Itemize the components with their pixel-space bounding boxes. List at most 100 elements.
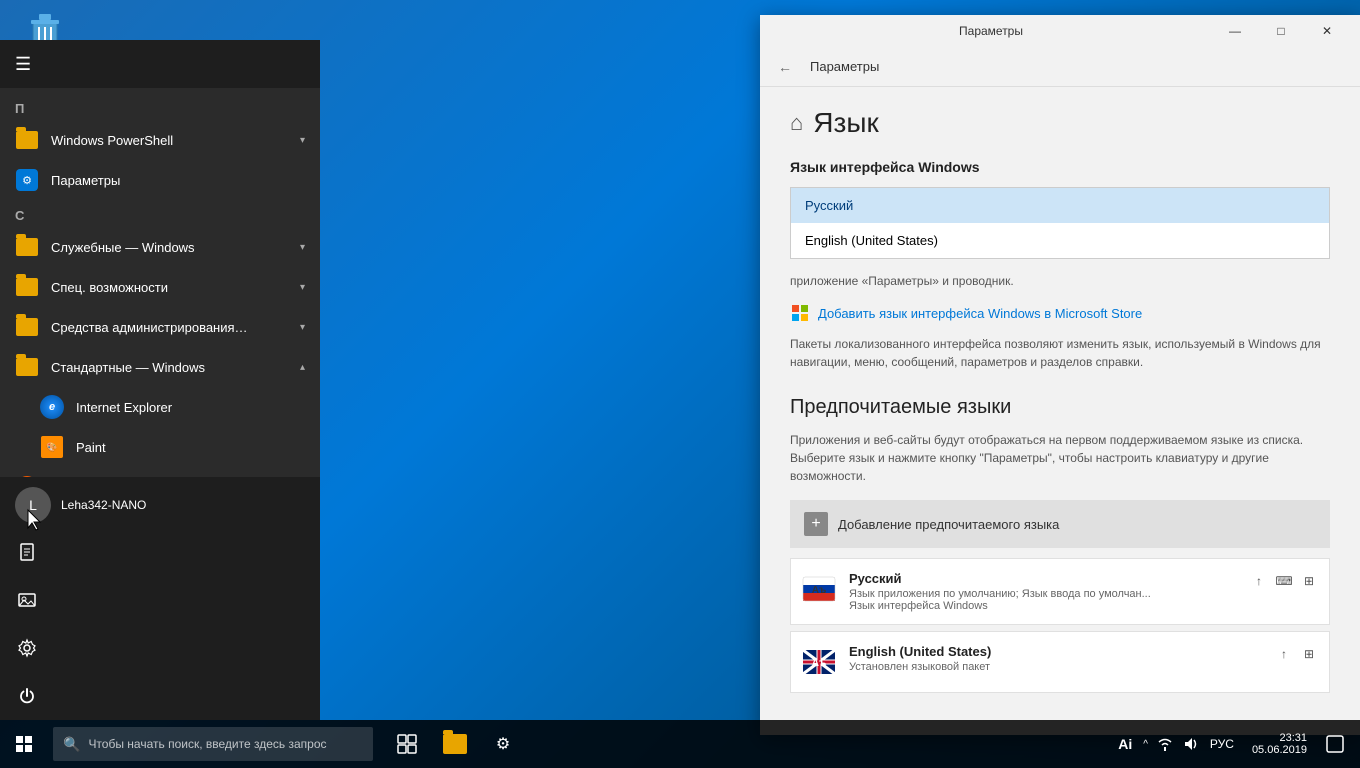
gear-icon: ⚙ — [16, 169, 38, 191]
plus-icon: + — [804, 512, 828, 536]
taskbar-app-task-view[interactable] — [383, 720, 431, 768]
notification-button[interactable] — [1320, 720, 1350, 768]
documents-icon — [15, 540, 39, 564]
settings-taskbar-icon: ⚙ — [491, 732, 515, 756]
app-label-settings: Параметры — [51, 173, 120, 188]
search-icon: 🔍 — [63, 736, 80, 753]
lang-entry-info-english: English (United States) Установлен языко… — [849, 644, 1274, 673]
lang-option-english[interactable]: English (United States) — [791, 223, 1329, 258]
taskbar-app-explorer[interactable] — [431, 720, 479, 768]
info-text: приложение «Параметры» и проводник. — [790, 274, 1330, 288]
folder-icon-sluzhebnie — [15, 235, 39, 259]
svg-text:Аъ: Аъ — [812, 658, 827, 669]
paint-icon: 🎨 — [40, 435, 64, 459]
app-item-paint[interactable]: 🎨 Paint — [0, 427, 320, 467]
store-link[interactable]: Добавить язык интерфейса Windows в Micro… — [790, 303, 1330, 323]
app-label-standartnye: Стандартные — Windows — [51, 360, 205, 375]
lang-entry-icon-english: Аъ — [801, 644, 837, 680]
lang-options-icon[interactable]: ⊞ — [1299, 571, 1319, 591]
english-flag-icon: Аъ — [801, 644, 837, 680]
ai-label[interactable]: Ai — [1114, 729, 1136, 759]
app-item-sluzhebnie[interactable]: Служебные — Windows — [0, 227, 320, 267]
search-bar[interactable]: 🔍 Чтобы начать поиск, введите здесь запр… — [53, 727, 373, 761]
window-controls: — □ ✕ — [1212, 15, 1350, 47]
folder-icon-spets — [15, 275, 39, 299]
gear-taskbar-icon: ⚙ — [492, 733, 514, 755]
store-icon-svg — [790, 303, 810, 323]
tray-expand-icon[interactable]: ^ — [1141, 739, 1150, 750]
lang-indicator[interactable]: РУС — [1205, 737, 1239, 751]
folder-icon-standartnye — [15, 355, 39, 379]
section-letter-c: С — [0, 200, 320, 227]
nav-item-settings[interactable] — [0, 624, 320, 672]
settings-nav-icon — [15, 636, 39, 660]
settings-icon: ⚙ — [15, 168, 39, 192]
app-item-settings[interactable]: ⚙ Параметры — [0, 160, 320, 200]
folder-icon-powershell — [15, 128, 39, 152]
network-icon[interactable] — [1155, 729, 1175, 759]
store-link-text[interactable]: Добавить язык интерфейса Windows в Micro… — [818, 306, 1142, 321]
sound-icon[interactable] — [1180, 729, 1200, 759]
start-menu-header: ☰ — [0, 40, 320, 88]
nav-item-power[interactable] — [0, 672, 320, 720]
lang-entry-detail2-russian: Язык интерфейса Windows — [849, 600, 1249, 612]
lang-up-icon-en[interactable]: ↑ — [1274, 644, 1294, 664]
paint-logo: 🎨 — [41, 436, 63, 458]
taskbar-app-settings[interactable]: ⚙ — [479, 720, 527, 768]
nav-item-pictures[interactable] — [0, 576, 320, 624]
clock-date: 05.06.2019 — [1252, 744, 1307, 756]
folder-icon-sredstva — [15, 315, 39, 339]
user-initial: L — [29, 497, 37, 513]
lang-up-icon[interactable]: ↑ — [1249, 571, 1269, 591]
start-menu-bottom: L Leha342-NANO — [0, 477, 320, 720]
app-item-sredstva[interactable]: Средства администрирования… — [0, 307, 320, 347]
close-button[interactable]: ✕ — [1304, 15, 1350, 47]
start-button[interactable] — [0, 720, 48, 768]
lang-keyboard-icon[interactable]: ⌨ — [1274, 571, 1294, 591]
add-lang-button[interactable]: + Добавление предпочитаемого языка — [790, 500, 1330, 548]
nav-item-documents[interactable] — [0, 528, 320, 576]
taskbar-right: Ai ^ РУС 23:31 05.06.2019 — [1114, 720, 1360, 768]
lang-entry-english: Аъ English (United States) Установлен яз… — [790, 631, 1330, 693]
clock[interactable]: 23:31 05.06.2019 — [1244, 732, 1315, 756]
preferred-title: Предпочитаемые языки — [790, 396, 1330, 419]
app-item-windows-powershell[interactable]: Windows PowerShell — [0, 120, 320, 160]
lang-entry-name-russian: Русский — [849, 571, 1249, 586]
folder-icon-taskbar — [443, 734, 467, 754]
lang-entry-info-russian: Русский Язык приложения по умолчанию; Яз… — [849, 571, 1249, 612]
taskbar-apps: ⚙ — [378, 720, 1114, 768]
window-nav: ← Параметры — [760, 47, 1360, 87]
home-icon: ⌂ — [790, 110, 803, 136]
maximize-button[interactable]: □ — [1258, 15, 1304, 47]
lang-option-russian[interactable]: Русский — [791, 188, 1329, 223]
lang-entry-name-english: English (United States) — [849, 644, 1274, 659]
hamburger-icon[interactable]: ☰ — [15, 54, 31, 75]
explorer-icon — [443, 732, 467, 756]
page-title: ⌂ Язык — [790, 107, 1330, 139]
description-text: Пакеты локализованного интерфейса позвол… — [790, 335, 1330, 371]
interface-lang-title: Язык интерфейса Windows — [790, 159, 1330, 175]
app-label-sredstva: Средства администрирования… — [51, 320, 248, 335]
windows-logo — [16, 736, 32, 752]
app-item-standartnye[interactable]: Стандартные — Windows — [0, 347, 320, 387]
svg-text:Аъ: Аъ — [812, 585, 827, 596]
app-item-wmp[interactable]: ▶ Windows Media Player — [0, 467, 320, 477]
start-menu: ☰ П Windows PowerShell ⚙ Параме — [0, 40, 320, 720]
window-content: ⌂ Язык Язык интерфейса Windows Русский E… — [760, 87, 1360, 735]
app-item-ie[interactable]: e Internet Explorer — [0, 387, 320, 427]
minimize-button[interactable]: — — [1212, 15, 1258, 47]
back-button[interactable]: ← — [770, 52, 800, 82]
search-placeholder: Чтобы начать поиск, введите здесь запрос — [88, 737, 326, 751]
ie-icon: e — [40, 395, 64, 419]
lang-entry-detail1-english: Установлен языковой пакет — [849, 661, 1274, 673]
power-icon — [15, 684, 39, 708]
lang-entry-actions-russian: ↑ ⌨ ⊞ — [1249, 571, 1319, 591]
user-avatar: L — [15, 487, 51, 523]
window-titlebar: Параметры — □ ✕ — [760, 15, 1360, 47]
app-label-spets: Спец. возможности — [51, 280, 168, 295]
lang-keyboard-icon-en[interactable]: ⊞ — [1299, 644, 1319, 664]
app-item-spets[interactable]: Спец. возможности — [0, 267, 320, 307]
lang-dropdown[interactable]: Русский English (United States) — [790, 187, 1330, 259]
user-name: Leha342-NANO — [61, 498, 146, 512]
pictures-icon — [15, 588, 39, 612]
